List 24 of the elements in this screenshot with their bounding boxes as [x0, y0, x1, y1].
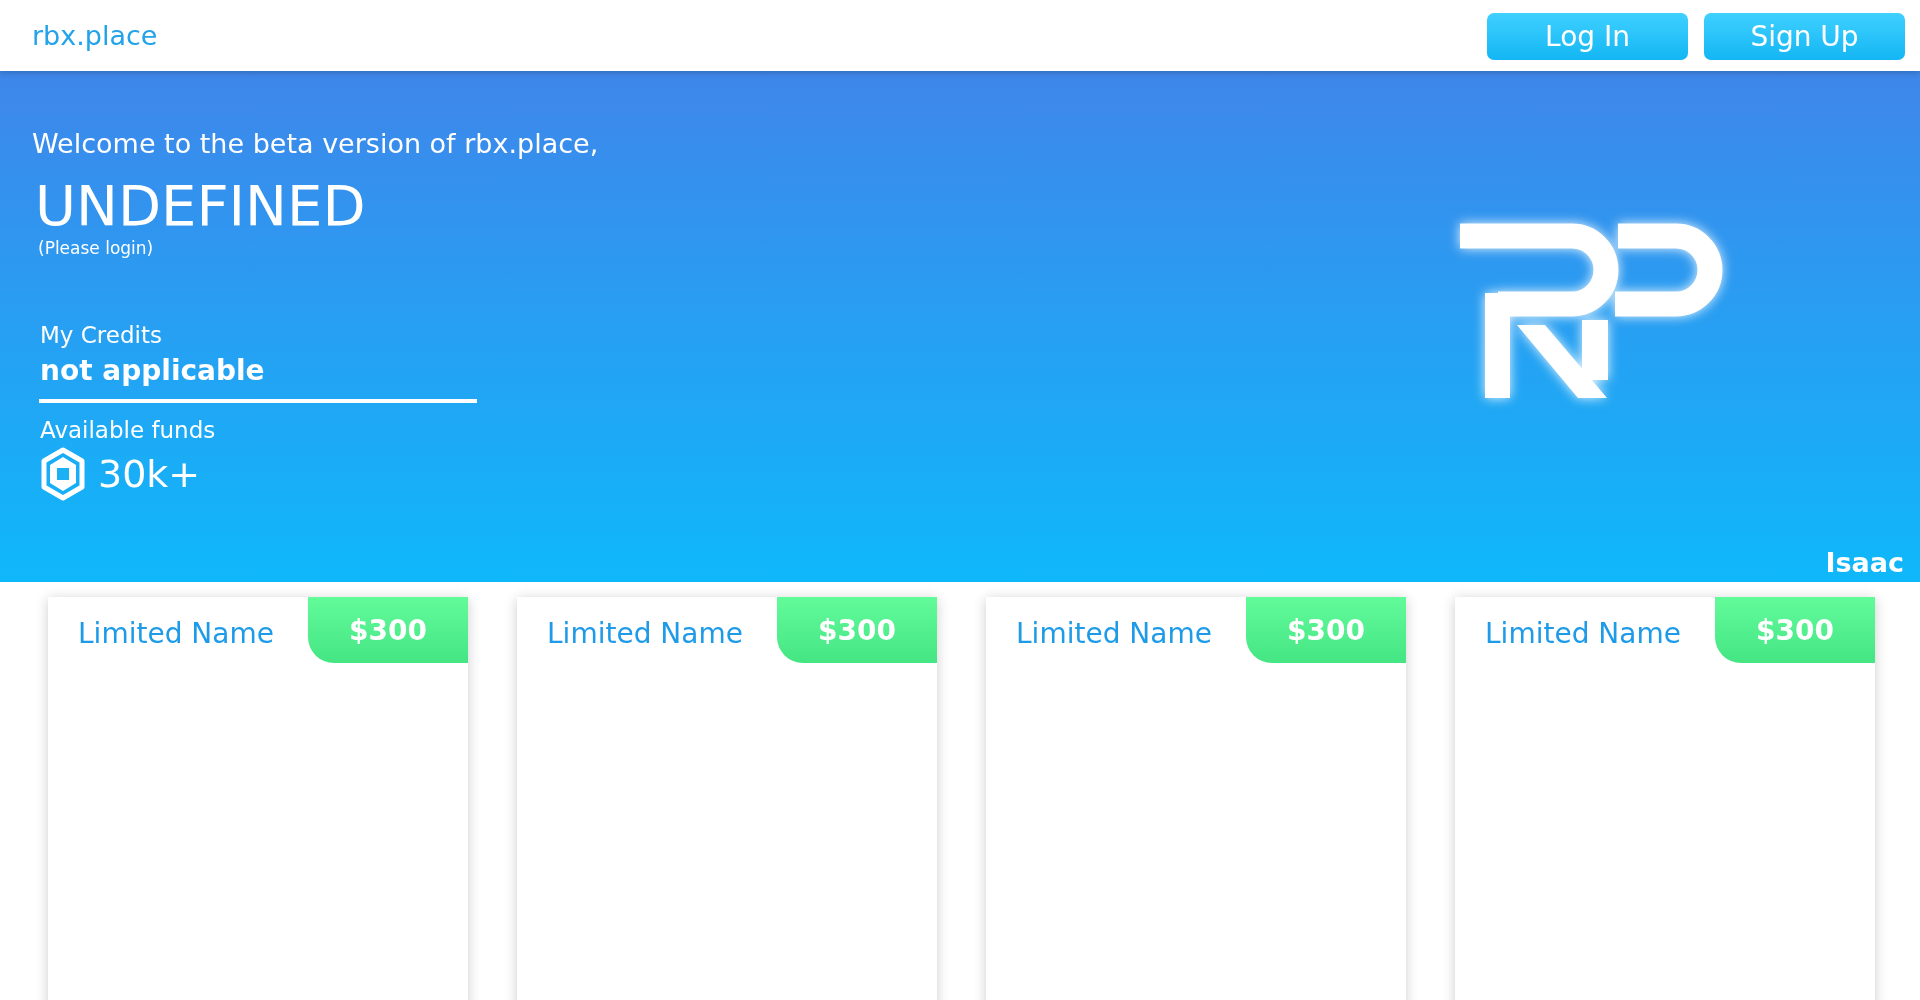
- price-tag: $300: [308, 597, 468, 663]
- price-tag: $300: [777, 597, 937, 663]
- funds-label: Available funds: [40, 417, 217, 443]
- price-tag: $300: [1715, 597, 1875, 663]
- username-heading: UNDEFINED: [35, 173, 367, 238]
- funds-value: 30k+: [98, 452, 201, 496]
- item-name: Limited Name: [78, 617, 274, 650]
- item-card[interactable]: Limited Name $300: [1455, 597, 1875, 1000]
- site-logo[interactable]: rbx.place: [32, 20, 158, 51]
- item-card[interactable]: Limited Name $300: [48, 597, 468, 1000]
- item-card[interactable]: Limited Name $300: [517, 597, 937, 1000]
- credits-label: My Credits: [40, 322, 163, 348]
- item-card[interactable]: Limited Name $300: [986, 597, 1406, 1000]
- credits-value: not applicable: [40, 354, 266, 387]
- sign-up-button[interactable]: Sign Up: [1704, 13, 1905, 60]
- author-name: Isaac: [1825, 547, 1904, 578]
- welcome-text: Welcome to the beta version of rbx.place,: [32, 128, 599, 159]
- login-hint: (Please login): [38, 238, 155, 258]
- log-in-button[interactable]: Log In: [1487, 13, 1688, 60]
- item-name: Limited Name: [1016, 617, 1212, 650]
- price-tag: $300: [1246, 597, 1406, 663]
- item-name: Limited Name: [1485, 617, 1681, 650]
- item-name: Limited Name: [547, 617, 743, 650]
- hexagon-coin-icon: [40, 447, 86, 501]
